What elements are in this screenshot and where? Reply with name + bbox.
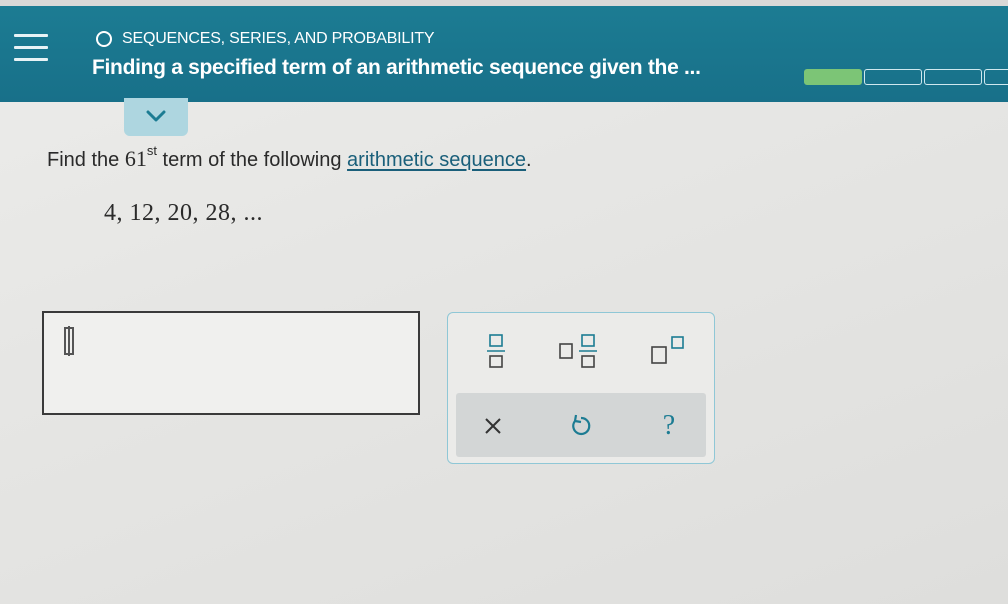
answer-input[interactable] [42,311,420,415]
menu-icon[interactable] [10,30,52,72]
arithmetic-sequence-link[interactable]: arithmetic sequence [347,149,526,171]
topic-row: SEQUENCES, SERIES, AND PROBABILITY [96,28,435,50]
progress-segment [864,69,922,85]
progress-segment [984,69,1008,85]
progress-bar [804,69,1008,85]
term-number: 61 [124,146,147,171]
undo-icon[interactable] [564,409,598,443]
question-prefix: Find the [47,149,125,171]
math-keypad: ? [447,312,715,464]
clear-icon[interactable] [476,409,510,443]
term-suffix: st [146,143,157,159]
keypad-actions: ? [456,393,706,457]
progress-segment [924,69,982,85]
collapse-toggle-button[interactable] [124,98,188,136]
page-title: Finding a specified term of an arithmeti… [92,56,701,79]
superscript-icon[interactable] [648,333,692,369]
help-icon[interactable]: ? [652,409,686,443]
question-middle: term of the following [156,149,348,171]
fraction-icon[interactable] [484,333,508,369]
text-cursor-icon [64,326,74,356]
sequence-terms: 4, 12, 20, 28, ... [104,200,263,226]
question-end: . [526,149,532,171]
question-text: Find the 61st term of the following arit… [47,143,532,172]
topic-circle-icon [96,31,112,47]
chevron-down-icon [146,110,166,122]
topic-label: SEQUENCES, SERIES, AND PROBABILITY [122,30,435,47]
mixed-number-icon[interactable] [558,333,602,369]
header-bar: SEQUENCES, SERIES, AND PROBABILITY Findi… [0,6,1008,102]
progress-segment-filled [804,69,862,85]
